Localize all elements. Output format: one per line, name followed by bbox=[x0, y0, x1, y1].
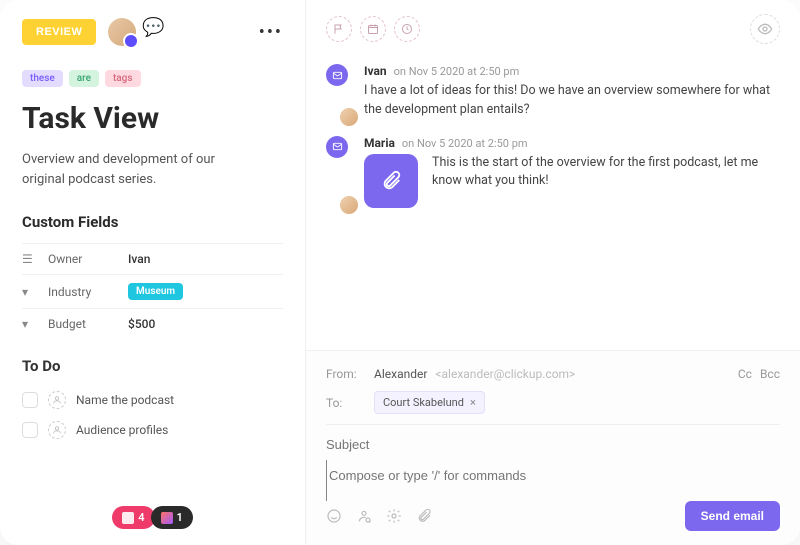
send-email-button[interactable]: Send email bbox=[685, 501, 780, 531]
email-composer: From: Alexander <alexander@clickup.com> … bbox=[306, 350, 800, 545]
left-header: REVIEW 💬 ••• bbox=[22, 18, 283, 46]
from-row: From: Alexander <alexander@clickup.com> … bbox=[326, 367, 780, 381]
doc-icon bbox=[122, 512, 134, 524]
pill-count: 1 bbox=[177, 511, 183, 524]
figma-icon bbox=[161, 512, 173, 524]
attachment-pill-dark[interactable]: 1 bbox=[151, 506, 193, 529]
field-label: Budget bbox=[48, 317, 128, 331]
dropdown-icon: ▾ bbox=[22, 317, 38, 331]
tag-item[interactable]: tags bbox=[105, 70, 141, 87]
industry-badge[interactable]: Museum bbox=[128, 283, 183, 300]
task-title[interactable]: Task View bbox=[22, 101, 283, 136]
assignee-placeholder-icon[interactable] bbox=[48, 421, 66, 439]
task-app-window: REVIEW 💬 ••• these are tags Task View Ov… bbox=[0, 0, 800, 545]
attachment-pill-red[interactable]: 4 bbox=[112, 506, 154, 529]
flag-icon[interactable] bbox=[326, 16, 352, 42]
mail-badge-icon bbox=[326, 136, 348, 158]
tag-list: these are tags bbox=[22, 70, 283, 87]
field-row-industry: ▾ Industry Museum bbox=[22, 274, 283, 308]
bcc-button[interactable]: Bcc bbox=[760, 367, 780, 381]
attachment-thumbnail[interactable] bbox=[364, 154, 418, 208]
from-name[interactable]: Alexander bbox=[374, 367, 427, 381]
compose-body-input[interactable] bbox=[326, 460, 780, 501]
field-row-budget: ▾ Budget $500 bbox=[22, 308, 283, 339]
mention-icon[interactable] bbox=[356, 508, 372, 524]
pill-count: 4 bbox=[138, 511, 144, 524]
tag-item[interactable]: are bbox=[69, 70, 99, 87]
assignee-placeholder-icon[interactable] bbox=[48, 391, 66, 409]
field-label: Industry bbox=[48, 285, 128, 299]
review-status-button[interactable]: REVIEW bbox=[22, 19, 96, 45]
from-email: <alexander@clickup.com> bbox=[435, 367, 575, 381]
right-panel: Ivan on Nov 5 2020 at 2:50 pm I have a l… bbox=[305, 0, 800, 545]
comment-avatar-stack[interactable] bbox=[326, 64, 354, 120]
user-avatar bbox=[338, 106, 360, 128]
checkbox-icon[interactable] bbox=[22, 422, 38, 438]
tag-item[interactable]: these bbox=[22, 70, 63, 87]
chip-label: Court Skabelund bbox=[383, 396, 464, 409]
watch-icon[interactable] bbox=[750, 14, 780, 44]
composer-footer: Send email bbox=[326, 501, 780, 531]
comment-text: This is the start of the overview for th… bbox=[432, 154, 780, 192]
calendar-icon[interactable] bbox=[360, 16, 386, 42]
comment-avatar-stack[interactable] bbox=[326, 136, 354, 208]
from-label: From: bbox=[326, 367, 366, 381]
user-avatar bbox=[338, 194, 360, 216]
more-menu-icon[interactable]: ••• bbox=[259, 22, 283, 43]
task-description[interactable]: Overview and development of our original… bbox=[22, 150, 252, 189]
todo-item[interactable]: Name the podcast bbox=[22, 385, 283, 415]
comment-text: I have a lot of ideas for this! Do we ha… bbox=[364, 82, 780, 120]
field-value[interactable]: $500 bbox=[128, 317, 155, 331]
left-footer: 4 1 bbox=[22, 506, 283, 545]
todo-label: Name the podcast bbox=[76, 393, 174, 407]
to-label: To: bbox=[326, 396, 366, 410]
todo-heading: To Do bbox=[22, 357, 283, 375]
todo-label: Audience profiles bbox=[76, 423, 168, 437]
gear-icon[interactable] bbox=[386, 508, 402, 524]
clock-icon[interactable] bbox=[394, 16, 420, 42]
to-row: To: Court Skabelund × bbox=[326, 391, 780, 414]
emoji-icon[interactable] bbox=[326, 508, 342, 524]
comments-thread: Ivan on Nov 5 2020 at 2:50 pm I have a l… bbox=[306, 58, 800, 224]
recipient-chip[interactable]: Court Skabelund × bbox=[374, 391, 485, 414]
attach-icon[interactable] bbox=[416, 508, 432, 524]
comment-date: on Nov 5 2020 at 2:50 pm bbox=[394, 65, 520, 78]
comment-date: on Nov 5 2020 at 2:50 pm bbox=[402, 137, 528, 150]
custom-fields-heading: Custom Fields bbox=[22, 213, 283, 231]
field-label: Owner bbox=[48, 252, 128, 266]
comment-author: Maria bbox=[364, 136, 395, 150]
todo-item[interactable]: Audience profiles bbox=[22, 415, 283, 445]
dropdown-icon: ▾ bbox=[22, 285, 38, 299]
field-row-owner: ☰ Owner Ivan bbox=[22, 243, 283, 274]
right-header bbox=[306, 0, 800, 58]
mail-badge-icon bbox=[326, 64, 348, 86]
field-value[interactable]: Ivan bbox=[128, 252, 150, 266]
comment-item: Maria on Nov 5 2020 at 2:50 pm This is t… bbox=[326, 136, 780, 208]
subject-input[interactable] bbox=[326, 424, 780, 460]
comment-item: Ivan on Nov 5 2020 at 2:50 pm I have a l… bbox=[326, 64, 780, 120]
close-icon[interactable]: × bbox=[470, 396, 476, 409]
comment-author: Ivan bbox=[364, 64, 387, 78]
checkbox-icon[interactable] bbox=[22, 392, 38, 408]
speech-bubble-icon: 💬 bbox=[142, 17, 164, 38]
left-panel: REVIEW 💬 ••• these are tags Task View Ov… bbox=[0, 0, 305, 545]
list-icon: ☰ bbox=[22, 252, 38, 266]
cc-button[interactable]: Cc bbox=[738, 367, 752, 381]
assignee-avatar[interactable] bbox=[108, 18, 136, 46]
